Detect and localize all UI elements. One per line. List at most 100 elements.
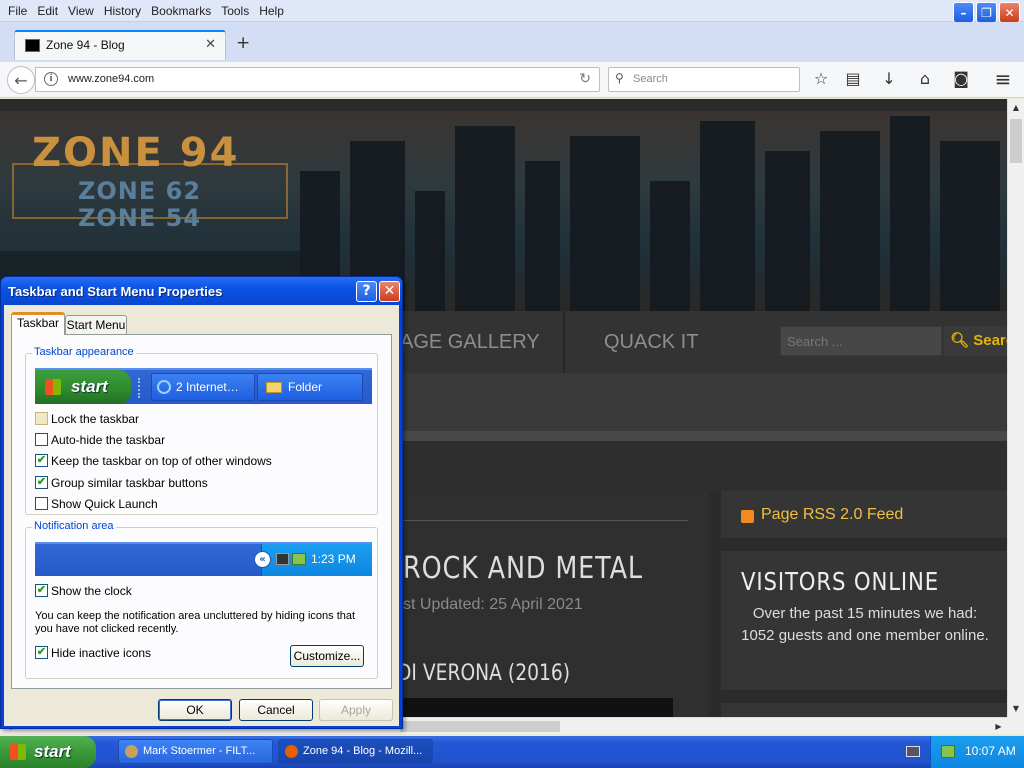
security-icon[interactable] xyxy=(941,745,955,758)
downloads-icon[interactable]: ↓ xyxy=(876,66,902,92)
ie-icon xyxy=(157,380,171,394)
logo-subtitle-1: ZONE 62 xyxy=(78,177,202,205)
start-button[interactable]: start xyxy=(0,736,96,768)
reading-list-icon[interactable]: ▤ xyxy=(840,66,866,92)
scroll-down-icon[interactable]: ▼ xyxy=(1008,700,1024,717)
minimize-button[interactable]: – xyxy=(953,2,974,23)
menu-view[interactable]: View xyxy=(63,0,99,20)
menu-file[interactable]: File xyxy=(3,0,32,20)
close-window-button[interactable]: ✕ xyxy=(999,2,1020,23)
group-label: Notification area xyxy=(32,520,116,532)
windows-taskbar: start Mark Stoermer - FILT... Zone 94 - … xyxy=(0,736,1024,768)
checkbox-checked[interactable]: ✔ xyxy=(35,584,48,597)
help-button[interactable]: ? xyxy=(356,281,377,302)
menu-bar: File Edit View History Bookmarks Tools Help – … xyxy=(0,0,1024,23)
site-search-input[interactable]: Search ... xyxy=(780,326,942,356)
url-text[interactable]: www.zone94.com xyxy=(68,73,154,85)
dialog-titlebar[interactable]: Taskbar and Start Menu Properties ? ✕ xyxy=(1,277,402,305)
site-logo[interactable]: ZONE 94 xyxy=(32,131,239,175)
preview-folder-label: Folder xyxy=(288,380,323,394)
clock[interactable]: 10:07 AM xyxy=(965,744,1016,758)
dialog-title: Taskbar and Start Menu Properties xyxy=(8,284,223,299)
back-button[interactable]: ← xyxy=(7,66,35,94)
scroll-right-icon[interactable]: ▶ xyxy=(990,718,1007,735)
search-icon: 🔍︎ xyxy=(950,332,974,349)
preview-start-label: start xyxy=(71,377,108,396)
site-search-button[interactable]: 🔍︎ Search xyxy=(944,326,1007,356)
notification-preview: « 1:23 PM xyxy=(35,542,372,576)
article-title[interactable]: ROCK AND METAL xyxy=(403,551,643,586)
site-info-icon[interactable]: i xyxy=(44,72,58,86)
firefox-icon xyxy=(285,745,298,758)
taskbar-item-label: Mark Stoermer - FILT... xyxy=(143,745,256,757)
apply-button[interactable]: Apply xyxy=(319,699,393,721)
menu-bookmarks[interactable]: Bookmarks xyxy=(146,0,216,20)
dialog-close-button[interactable]: ✕ xyxy=(379,281,400,302)
expand-icon: « xyxy=(254,551,271,568)
url-bar[interactable]: i www.zone94.com ↻ xyxy=(35,67,600,92)
rss-link[interactable]: Page RSS 2.0 Feed xyxy=(761,506,903,524)
bookmark-star-icon[interactable]: ☆ xyxy=(808,66,834,92)
checkbox[interactable] xyxy=(35,433,48,446)
home-icon[interactable]: ⌂ xyxy=(912,66,938,92)
checkbox-checked[interactable]: ✔ xyxy=(35,476,48,489)
new-tab-button[interactable]: + xyxy=(236,33,252,53)
checkbox[interactable] xyxy=(35,497,48,510)
nav-image-gallery[interactable]: AGE GALLERY xyxy=(400,331,540,354)
checkbox-checked[interactable]: ✔ xyxy=(35,454,48,467)
site-search-placeholder: Search ... xyxy=(787,334,843,349)
nav-divider xyxy=(563,311,565,373)
rss-icon xyxy=(741,510,754,523)
checkbox[interactable] xyxy=(35,412,48,425)
menu-tools[interactable]: Tools xyxy=(216,0,254,20)
reload-icon[interactable]: ↻ xyxy=(579,71,591,87)
scroll-up-icon[interactable]: ▲ xyxy=(1008,99,1024,116)
network-icon xyxy=(276,553,289,565)
cancel-button[interactable]: Cancel xyxy=(239,699,313,721)
search-placeholder: Search xyxy=(633,73,668,85)
nav-quack-it[interactable]: QUACK IT xyxy=(604,331,698,354)
windows-flag-icon xyxy=(10,744,26,760)
menu-help[interactable]: Help xyxy=(254,0,289,20)
article-panel: ROCK AND METAL st Updated: 25 April 2021… xyxy=(397,491,708,717)
scroll-thumb[interactable] xyxy=(1010,119,1022,163)
browser-tab[interactable]: Zone 94 - Blog ✕ xyxy=(14,30,226,60)
hamburger-menu-icon[interactable]: ≡ xyxy=(990,66,1016,92)
sidebar-box xyxy=(721,703,1007,717)
article-subtitle[interactable]: DI VERONA (2016) xyxy=(397,661,570,686)
tab-close-icon[interactable]: ✕ xyxy=(205,37,216,52)
checkbox-checked[interactable]: ✔ xyxy=(35,646,48,659)
preview-ie-button: 2 Internet… xyxy=(151,373,255,401)
vertical-scrollbar[interactable]: ▲ ▼ xyxy=(1007,99,1024,717)
preview-folder-button: Folder xyxy=(257,373,363,401)
tab-taskbar[interactable]: Taskbar xyxy=(11,312,65,335)
tab-page: Taskbar appearance start 2 Internet… Fol… xyxy=(11,334,392,689)
article-image xyxy=(403,698,673,717)
preview-start-button: start xyxy=(35,370,131,404)
taskbar-item-active[interactable]: Zone 94 - Blog - Mozill... xyxy=(278,739,433,764)
preview-tray: « 1:23 PM xyxy=(254,544,372,576)
tab-start-menu[interactable]: Start Menu xyxy=(65,315,127,335)
menu-edit[interactable]: Edit xyxy=(32,0,63,20)
keyboard-icon[interactable] xyxy=(906,746,920,757)
pocket-icon[interactable]: ◙ xyxy=(948,66,974,92)
tab-title: Zone 94 - Blog xyxy=(46,38,125,52)
visitors-box: VISITORS ONLINE Over the past 15 minutes… xyxy=(721,551,1007,690)
folder-icon xyxy=(266,382,282,393)
menu-history[interactable]: History xyxy=(99,0,146,20)
navigation-bar: i www.zone94.com ↻ ← ⚲ Search xyxy=(0,62,1024,98)
dialog-body: Taskbar Start Menu Taskbar appearance st… xyxy=(4,305,399,726)
customize-button[interactable]: Customize... xyxy=(290,645,364,667)
preview-clock: 1:23 PM xyxy=(311,552,356,566)
app-icon xyxy=(125,745,138,758)
browser-search-bar[interactable]: ⚲ Search xyxy=(608,67,800,92)
scroll-thumb[interactable] xyxy=(400,721,560,732)
taskbar-item[interactable]: Mark Stoermer - FILT... xyxy=(118,739,273,764)
taskbar-item-label: Zone 94 - Blog - Mozill... xyxy=(303,745,423,757)
maximize-button[interactable]: ❐ xyxy=(976,2,997,23)
ok-button[interactable]: OK xyxy=(158,699,232,721)
security-icon xyxy=(292,553,306,565)
scroll-corner xyxy=(1007,717,1024,734)
system-tray: 10:07 AM xyxy=(930,736,1024,768)
search-icon: ⚲ xyxy=(615,71,624,85)
